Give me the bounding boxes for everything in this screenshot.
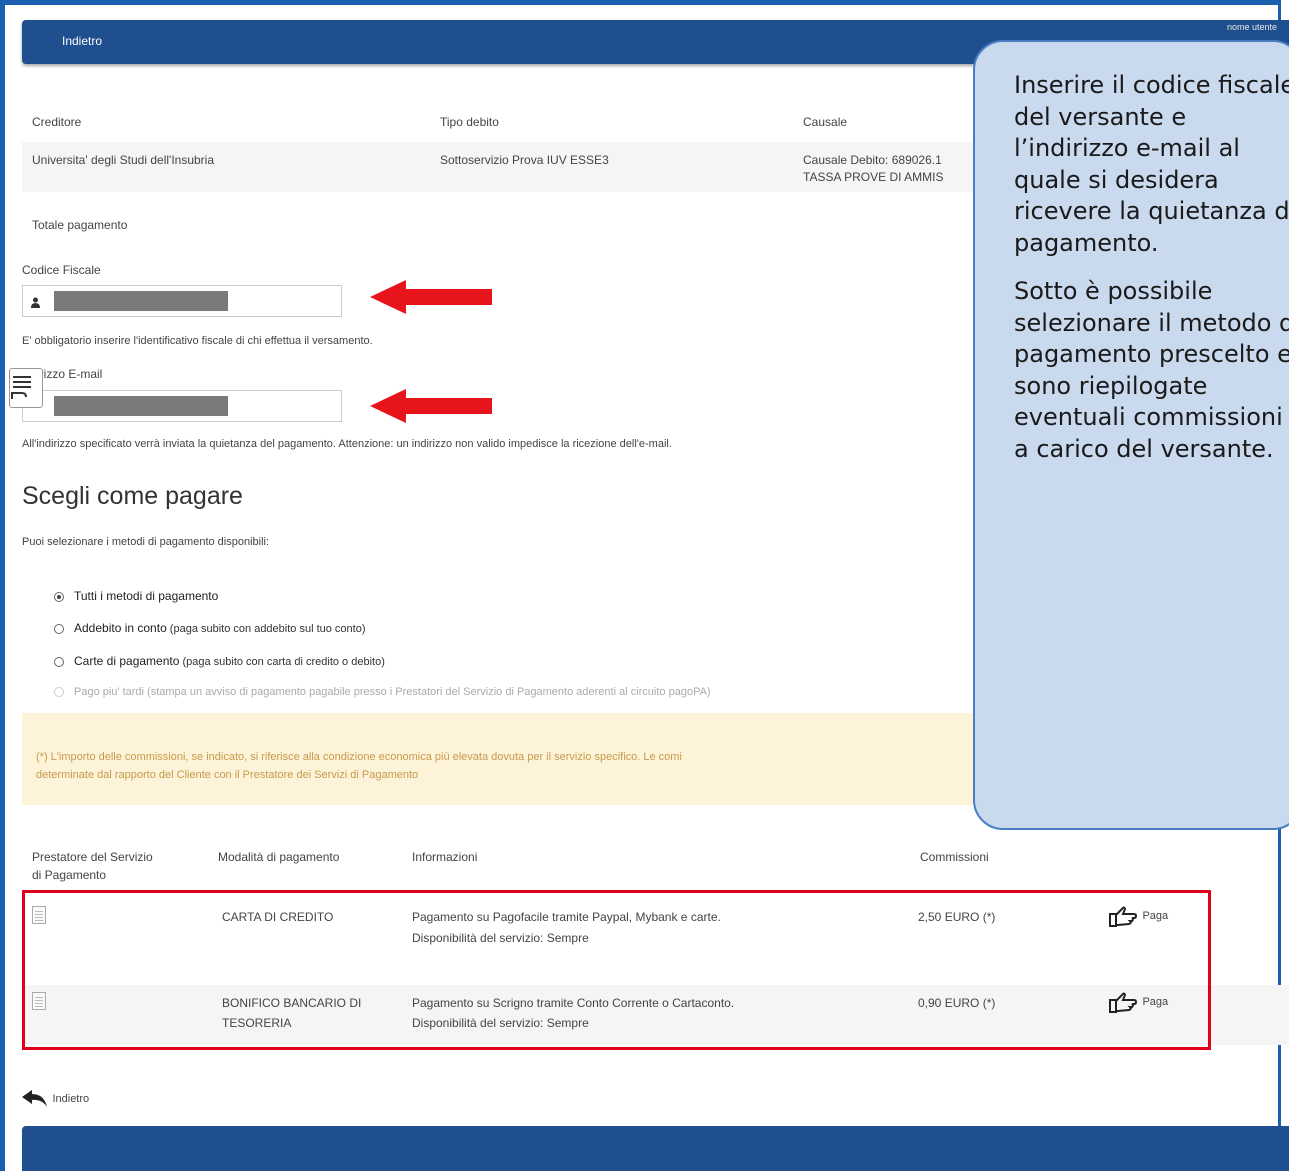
radio-option-all[interactable]: Tutti i metodi di pagamento (54, 589, 218, 609)
red-arrow-icon (370, 280, 492, 314)
payment-section-title: Scegli come pagare (22, 482, 243, 510)
back-arrow-icon (22, 1090, 47, 1107)
commission-note-text: (*) L'importo delle commissioni, se indi… (36, 751, 682, 781)
instruction-callout-text: Inserire il codice fiscale del versante … (1014, 70, 1289, 482)
col-header-tipo-debito: Tipo debito (440, 115, 499, 129)
col-header-psp-line2: di Pagamento (32, 868, 107, 882)
bottom-bar (22, 1126, 1289, 1171)
radio-disabled-icon (54, 687, 64, 697)
cf-label: Codice Fiscale (22, 263, 101, 277)
red-arrow-icon (370, 389, 492, 423)
radio-option-pago-tardi: Pago piu' tardi (stampa un avviso di pag… (54, 686, 711, 706)
creditore-value: Universita' degli Studi dell'Insubria (32, 153, 215, 167)
col-header-psp: Prestatore del Servizio (32, 850, 153, 864)
highlight-box (22, 890, 1211, 1050)
col-header-commissioni: Commissioni (920, 850, 989, 864)
back-link-bottom[interactable]: Indietro (22, 1090, 89, 1108)
radio-icon[interactable] (54, 624, 64, 634)
col-header-modalita: Modalità di pagamento (218, 850, 340, 864)
redacted-email (54, 396, 228, 416)
causale-value-line2: TASSA PROVE DI AMMIS (803, 170, 944, 184)
email-help-text: All'indirizzo specificato verrà inviata … (22, 438, 672, 450)
user-icon (31, 295, 40, 308)
back-link-top[interactable]: Indietro (62, 34, 102, 48)
totale-label: Totale pagamento (32, 218, 128, 232)
radio-option-carte[interactable]: Carte di pagamento (paga subito con cart… (54, 654, 385, 674)
email-label: irizzo E-mail (37, 367, 103, 381)
callout-paragraph-1: Inserire il codice fiscale del versante … (1014, 71, 1289, 257)
tipo-debito-value: Sottoservizio Prova IUV ESSE3 (440, 153, 609, 167)
accessibility-widget-icon[interactable] (9, 368, 43, 408)
col-header-causale: Causale (803, 115, 848, 129)
callout-paragraph-2: Sotto è possibile selezionare il metodo … (1014, 277, 1289, 463)
radio-option-addebito[interactable]: Addebito in conto (paga subito con addeb… (54, 621, 366, 641)
causale-value-line1: Causale Debito: 689026.1 (803, 153, 942, 167)
radio-selected-icon[interactable] (54, 592, 64, 602)
user-menu[interactable]: nome utente (1227, 22, 1277, 32)
payment-subtitle: Puoi selezionare i metodi di pagamento d… (22, 536, 270, 548)
radio-icon[interactable] (54, 657, 64, 667)
email-input[interactable] (22, 390, 342, 422)
codice-fiscale-input[interactable] (22, 285, 342, 317)
redacted-value (54, 291, 228, 311)
col-header-creditore: Creditore (32, 115, 82, 129)
col-header-info: Informazioni (412, 850, 478, 864)
cf-help-text: E' obbligatorio inserire l'identificativ… (22, 335, 373, 347)
